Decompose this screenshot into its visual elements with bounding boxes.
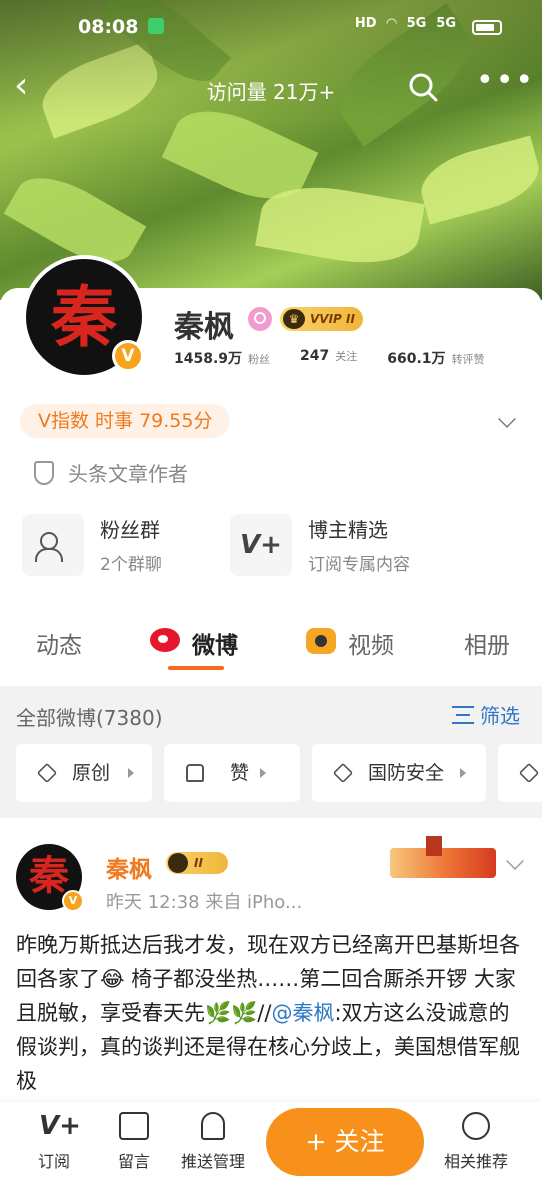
more-icon[interactable]: ••• [476,66,533,102]
status-time: 08:08 [78,16,139,38]
crown-icon: ♛ [283,309,305,329]
hd-icon: HD [354,16,377,31]
filter-icon [452,705,474,724]
active-tab-indicator [168,666,224,670]
chip-defense[interactable]: 国防安全 [312,744,486,802]
signal-icon-2: 5G [436,16,456,31]
top-nav: ‹ 访问量 21万+ ••• [0,60,542,116]
follow-button[interactable]: + 关注 [266,1108,424,1176]
thumb-up-icon [186,764,204,782]
filter-button[interactable]: 筛选 [452,700,520,729]
chip-liked[interactable]: 赞 [164,744,300,802]
post-verified-badge: V [62,890,84,912]
v-plus-icon: V+ [230,514,292,576]
stat-interactions[interactable]: 660.1万 转评赞 [387,348,484,368]
subscribe-button[interactable]: V+ 订阅 [16,1112,92,1172]
featured-content-card[interactable]: V+ 博主精选 订阅专属内容 [230,508,440,578]
tab-weibo[interactable]: 微博 [192,626,238,660]
status-bar: 08:08 HD ◠ 5G 5G [0,0,542,52]
chip-more[interactable] [498,744,542,802]
weibo-icon [150,628,180,652]
profile-name: 秦枫 [174,310,234,345]
people-icon [22,514,84,576]
post-meta: 昨天 12:38 来自 iPho... [106,892,303,913]
search-badge-icon[interactable] [248,307,272,331]
comment-button[interactable]: 留言 [96,1112,172,1172]
tab-album[interactable]: 相册 [464,626,510,660]
visit-count: 访问量 21万+ [206,80,336,104]
layers-icon [518,762,540,784]
layers-icon [36,762,58,784]
caret-right-icon [260,768,266,778]
caret-right-icon [128,768,134,778]
crown-icon [168,853,188,873]
author-tag: 头条文章作者 [34,458,188,487]
battery-icon [472,20,502,35]
wifi-icon: ◠ [386,16,397,31]
tab-activity[interactable]: 动态 [36,626,82,660]
related-recommend-button[interactable]: 相关推荐 [436,1112,516,1172]
great-wall-decoration [390,830,496,880]
fan-group-card[interactable]: 粉丝群 2个群聊 [22,508,232,578]
bell-icon [201,1112,225,1140]
signal-icon-1: 5G [406,16,427,31]
profile-tabs: 动态 微博 视频 相册 [0,616,542,676]
layers-icon [332,762,354,784]
v-plus-icon: V+ [39,1111,81,1141]
v-index-badge[interactable]: V指数 时事 79.55分 [20,404,231,438]
status-indicators: HD ◠ 5G 5G [355,16,456,31]
weibo-section: 全部微博(7380) 筛选 原创 赞 国防安全 [0,686,542,818]
chevron-up-circle-icon [462,1112,490,1140]
search-icon[interactable] [408,72,438,102]
stat-fans[interactable]: 1458.9万 粉丝 [174,348,270,368]
stat-following[interactable]: 247 关注 [300,348,357,368]
post-vip-badge: II [166,852,228,874]
bottom-action-bar: V+ 订阅 留言 推送管理 + 关注 相关推荐 [0,1102,542,1186]
vip-badge[interactable]: ♛ VVIP II [280,307,363,331]
post-content[interactable]: 昨晚万斯抵达后我才发，现在双方已经离开巴基斯坦各回各家了😂 椅子都没坐热……第二… [16,928,528,1098]
verified-badge: V [112,340,144,372]
comment-icon [119,1112,149,1140]
shield-icon [34,460,54,485]
message-notification-icon [148,18,164,34]
all-weibo-count: 全部微博(7380) [16,706,163,730]
video-icon [306,628,336,654]
tab-video[interactable]: 视频 [348,626,394,660]
mention-link[interactable]: @秦枫 [271,1001,334,1025]
caret-right-icon [460,768,466,778]
chip-original[interactable]: 原创 [16,744,152,802]
post-author-name[interactable]: 秦枫 [106,850,152,884]
profile-stats: 1458.9万 粉丝 247 关注 660.1万 转评赞 [174,348,515,368]
push-settings-button[interactable]: 推送管理 [174,1112,252,1172]
